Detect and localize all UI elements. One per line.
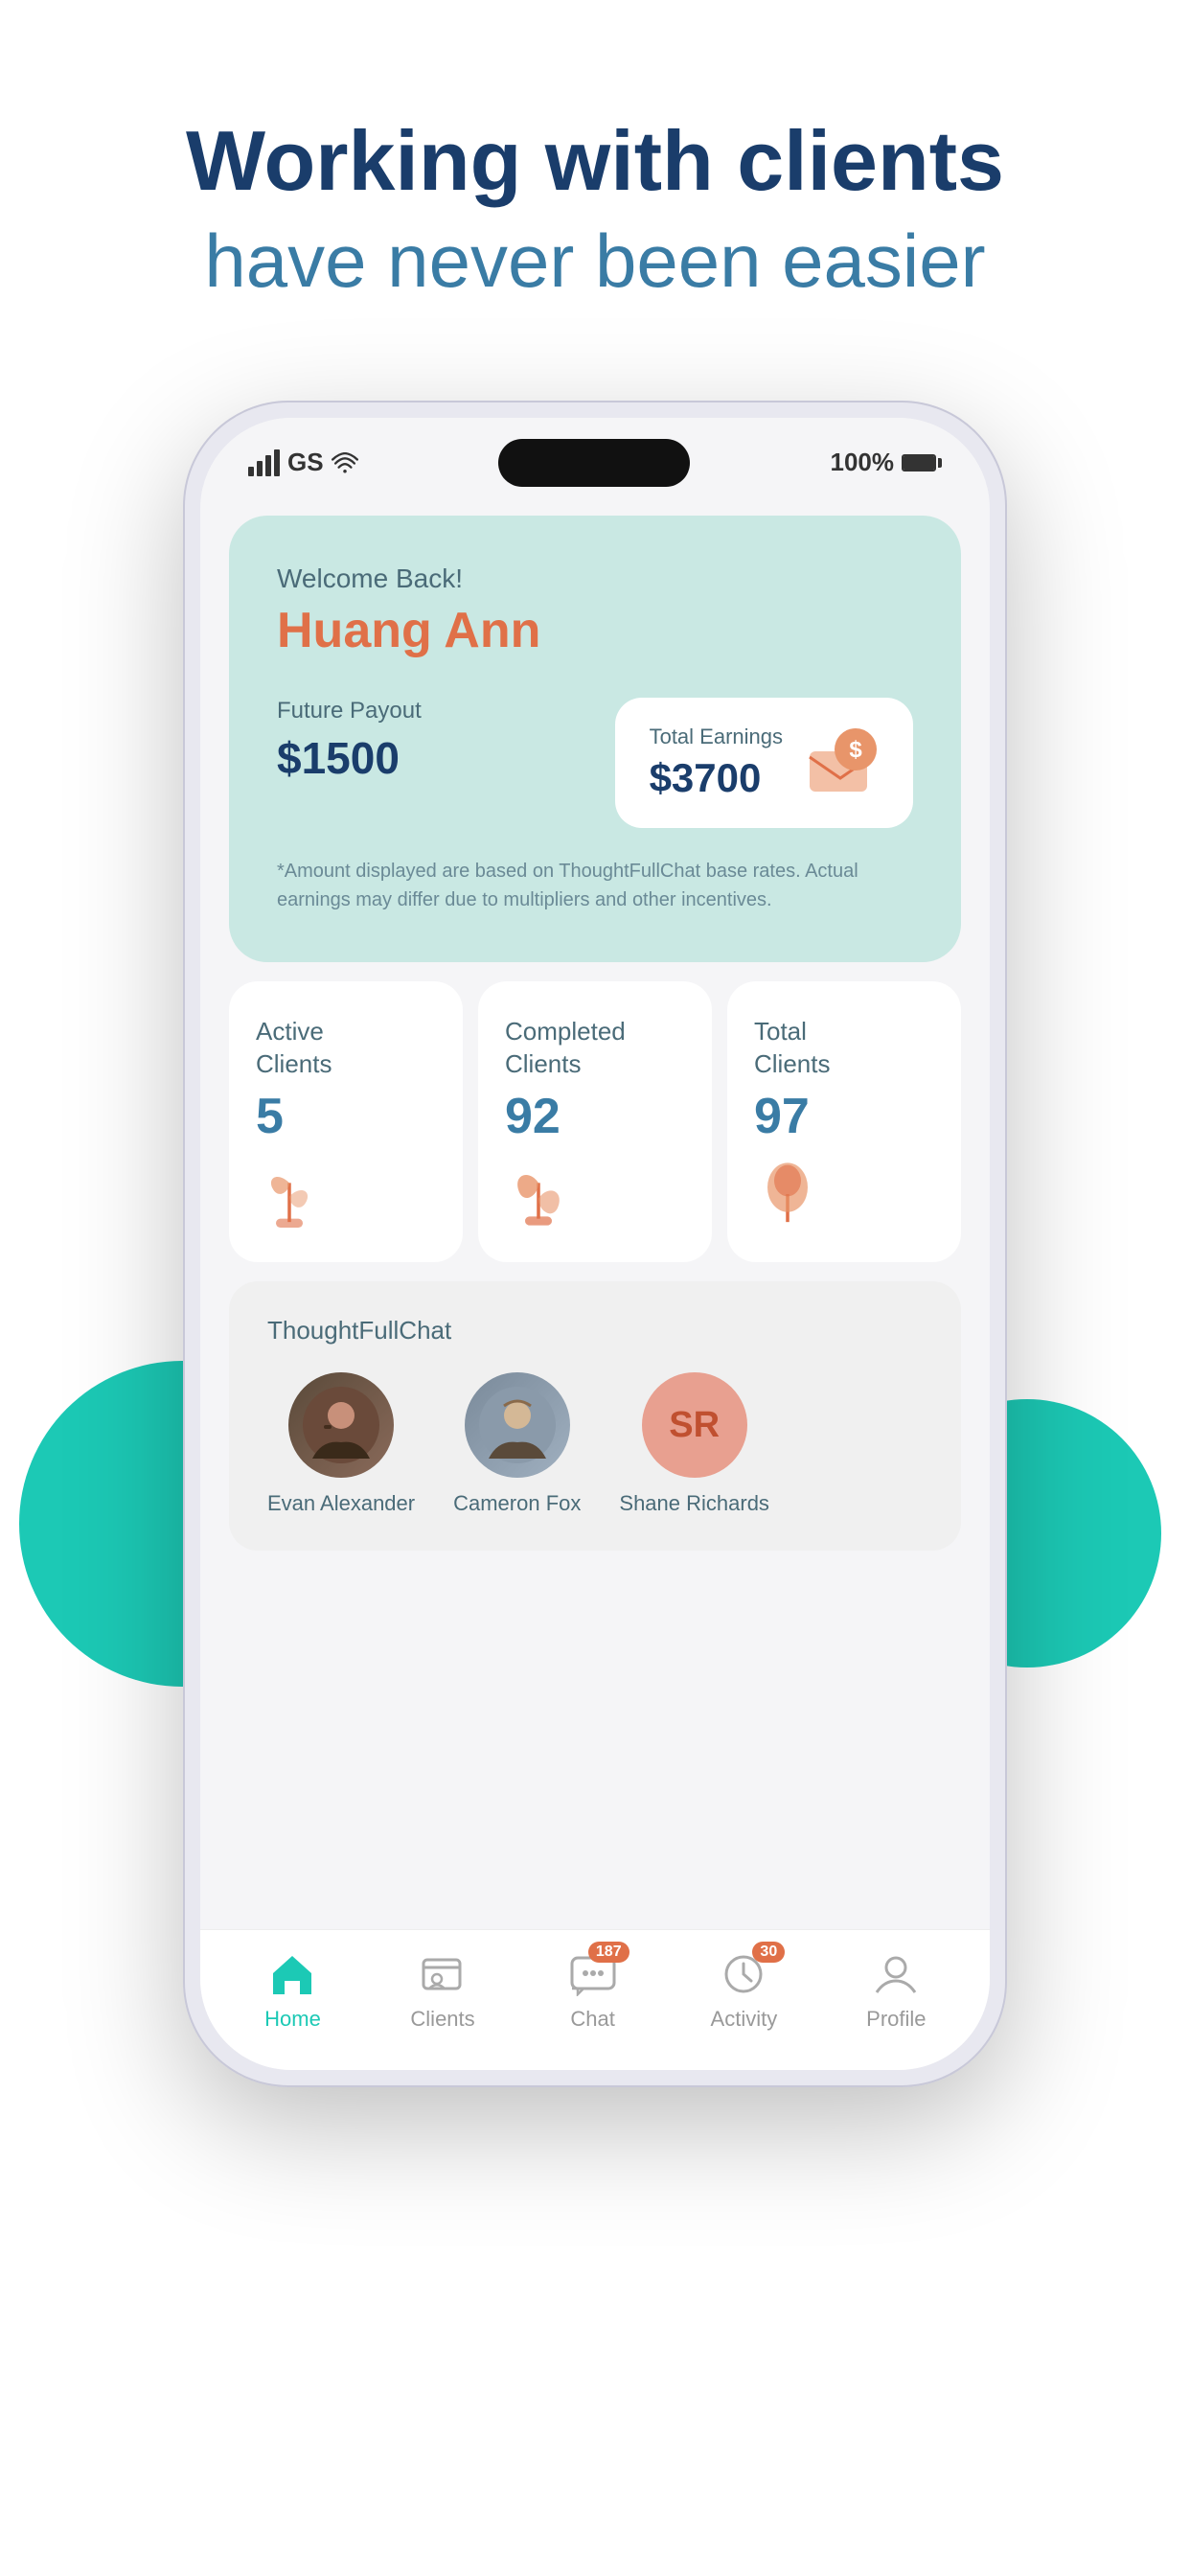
screen-content[interactable]: Welcome Back! Huang Ann Future Payout $1…: [200, 496, 990, 1929]
nav-label-clients: Clients: [410, 2007, 474, 2032]
avatar-initials-shane: SR: [642, 1372, 747, 1478]
contact-evan[interactable]: Evan Alexander: [267, 1372, 415, 1516]
hero-section: Working with clients have never been eas…: [109, 0, 1081, 362]
future-payout-section: Future Payout $1500: [277, 698, 596, 784]
battery-icon: [902, 454, 942, 472]
status-bar: GS 100%: [200, 418, 990, 496]
tree-icon: [754, 1161, 821, 1228]
nav-label-activity: Activity: [711, 2007, 778, 2032]
avatar-photo-evan: [288, 1372, 394, 1478]
notch-pill: [498, 439, 690, 487]
future-payout-amount: $1500: [277, 732, 596, 784]
earnings-row: Future Payout $1500 Total Earnings $3700: [277, 698, 913, 828]
svg-text:$: $: [849, 737, 862, 763]
nav-chat[interactable]: 187 Chat: [564, 1949, 622, 2032]
contact-name-shane: Shane Richards: [619, 1491, 769, 1516]
stat-number-total: 97: [754, 1088, 810, 1145]
nav-label-profile: Profile: [866, 2007, 926, 2032]
stat-card-total: TotalClients 97: [727, 981, 961, 1263]
contact-name-cameron: Cameron Fox: [453, 1491, 581, 1516]
home-icon: [263, 1949, 321, 1999]
nav-activity[interactable]: 30 Activity: [711, 1949, 778, 2032]
avatar-cameron: [465, 1372, 570, 1478]
total-earnings-amount: $3700: [650, 755, 783, 801]
plant-icon: [505, 1161, 572, 1228]
stats-grid: ActiveClients 5: [229, 981, 961, 1263]
stat-number-active: 5: [256, 1088, 284, 1145]
chat-icon: 187: [564, 1949, 622, 1999]
total-earnings-info: Total Earnings $3700: [650, 724, 783, 801]
hero-subtitle: have never been easier: [186, 218, 1004, 305]
welcome-greeting: Welcome Back!: [277, 564, 913, 594]
activity-badge: 30: [752, 1942, 785, 1963]
total-earnings-card: Total Earnings $3700: [615, 698, 913, 828]
nav-clients[interactable]: Clients: [410, 1949, 474, 2032]
tfc-label: ThoughtFullChat: [267, 1316, 923, 1346]
phone-screen: GS 100%: [200, 418, 990, 2070]
hero-title: Working with clients: [186, 115, 1004, 208]
stat-card-active: ActiveClients 5: [229, 981, 463, 1263]
tfc-section: ThoughtFullChat: [229, 1281, 961, 1551]
future-payout-label: Future Payout: [277, 698, 596, 724]
disclaimer-text: *Amount displayed are based on ThoughtFu…: [277, 857, 913, 914]
page-wrapper: Working with clients have never been eas…: [0, 0, 1190, 2576]
seedling-icon: [256, 1161, 323, 1228]
contact-shane[interactable]: SR Shane Richards: [619, 1372, 769, 1516]
signal-icon: [248, 449, 280, 476]
nav-label-home: Home: [264, 2007, 321, 2032]
phone-frame: GS 100%: [183, 401, 1007, 2087]
status-right: 100%: [830, 448, 942, 477]
contact-cameron[interactable]: Cameron Fox: [453, 1372, 581, 1516]
contact-name-evan: Evan Alexander: [267, 1491, 415, 1516]
stat-label-total: TotalClients: [754, 1016, 830, 1081]
nav-label-chat: Chat: [570, 2007, 614, 2032]
nav-home[interactable]: Home: [263, 1949, 321, 2032]
profile-icon: [867, 1949, 925, 1999]
wifi-icon: [332, 452, 358, 473]
chat-badge: 187: [588, 1942, 629, 1963]
stat-label-active: ActiveClients: [256, 1016, 332, 1081]
status-left: GS: [248, 448, 358, 477]
welcome-card: Welcome Back! Huang Ann Future Payout $1…: [229, 516, 961, 962]
stat-number-completed: 92: [505, 1088, 561, 1145]
avatar-evan: [288, 1372, 394, 1478]
avatar-shane: SR: [642, 1372, 747, 1478]
activity-icon: 30: [715, 1949, 772, 1999]
total-earnings-label: Total Earnings: [650, 724, 783, 749]
stat-card-completed: CompletedClients 92: [478, 981, 712, 1263]
bottom-nav: Home Clients: [200, 1929, 990, 2070]
nav-profile[interactable]: Profile: [866, 1949, 926, 2032]
earnings-icon: $: [802, 724, 879, 801]
stat-label-completed: CompletedClients: [505, 1016, 626, 1081]
phone-wrapper: GS 100%: [183, 401, 1007, 2087]
clients-icon: [414, 1949, 471, 1999]
avatar-photo-cameron: [465, 1372, 570, 1478]
welcome-name: Huang Ann: [277, 602, 913, 659]
carrier-text: GS: [287, 448, 324, 477]
tfc-contacts: Evan Alexander: [267, 1372, 923, 1516]
battery-percent: 100%: [830, 448, 894, 477]
